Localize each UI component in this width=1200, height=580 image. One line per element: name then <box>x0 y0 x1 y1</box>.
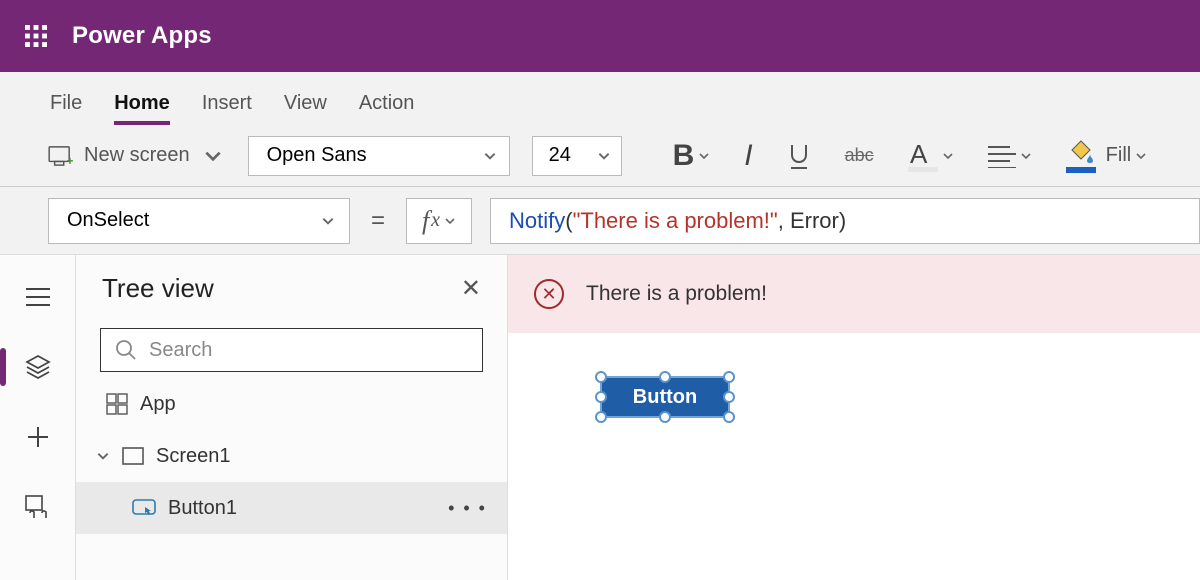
notification-text: There is a problem! <box>586 282 767 306</box>
menu-view[interactable]: View <box>284 92 327 125</box>
formula-token-string: "There is a problem!" <box>573 208 778 234</box>
resize-handle[interactable] <box>723 411 735 423</box>
tree-item-label: App <box>140 393 176 416</box>
title-bar: Power Apps <box>0 0 1200 72</box>
new-screen-label: New screen <box>84 144 190 167</box>
add-icon[interactable] <box>18 417 58 457</box>
property-select[interactable]: OnSelect <box>48 198 350 244</box>
hamburger-icon[interactable] <box>18 277 58 317</box>
formula-input[interactable]: Notify ( "There is a problem!" , Error) <box>490 198 1200 244</box>
font-family-value: Open Sans <box>267 144 367 167</box>
left-rail <box>0 255 76 580</box>
tree-item-label: Screen1 <box>156 445 231 468</box>
fx-button[interactable]: fx <box>406 198 472 244</box>
strikethrough-button[interactable]: abc <box>839 145 880 166</box>
font-family-select[interactable]: Open Sans <box>248 136 510 176</box>
formula-token: ( <box>565 208 572 234</box>
menu-insert[interactable]: Insert <box>202 92 252 125</box>
resize-handle[interactable] <box>595 391 607 403</box>
font-size-select[interactable]: 24 <box>532 136 622 176</box>
italic-button[interactable]: I <box>738 139 758 173</box>
button-text: Button <box>633 386 697 409</box>
search-placeholder: Search <box>149 339 212 362</box>
notification-banner: ✕ There is a problem! <box>508 255 1200 333</box>
resize-handle[interactable] <box>723 391 735 403</box>
menu-action[interactable]: Action <box>359 92 415 125</box>
tree-item-screen1[interactable]: Screen1 <box>76 430 507 482</box>
resize-handle[interactable] <box>723 371 735 383</box>
fill-button[interactable]: Fill <box>1060 139 1154 173</box>
formula-bar: OnSelect = fx Notify ( "There is a probl… <box>0 187 1200 255</box>
app-title: Power Apps <box>72 22 212 50</box>
error-icon: ✕ <box>534 279 564 309</box>
equals-label: = <box>368 207 388 235</box>
screen-icon <box>122 447 144 465</box>
resize-handle[interactable] <box>595 371 607 383</box>
svg-text:A: A <box>910 139 928 169</box>
menu-home[interactable]: Home <box>114 92 170 125</box>
canvas-area[interactable]: ✕ There is a problem! Button <box>508 255 1200 580</box>
selected-control[interactable]: Button <box>600 376 730 418</box>
property-name: OnSelect <box>67 209 149 232</box>
menu-file[interactable]: File <box>50 92 82 125</box>
fill-label: Fill <box>1106 144 1132 167</box>
button-icon <box>132 499 156 517</box>
app-launcher-icon[interactable] <box>0 0 72 72</box>
home-toolbar: + New screen Open Sans 24 B I abc A Fill <box>0 125 1200 187</box>
tree-view-title: Tree view <box>102 273 214 304</box>
menu-bar: File Home Insert View Action <box>0 72 1200 125</box>
tree-item-button1[interactable]: Button1 • • • <box>76 482 507 534</box>
new-screen-button[interactable]: + New screen <box>48 144 226 167</box>
more-icon[interactable]: • • • <box>448 498 487 519</box>
close-icon[interactable]: ✕ <box>461 274 481 303</box>
underline-button[interactable] <box>781 141 817 171</box>
align-button[interactable] <box>982 144 1038 168</box>
resize-handle[interactable] <box>659 411 671 423</box>
font-color-button[interactable]: A <box>902 139 960 173</box>
button-control[interactable]: Button <box>600 376 730 418</box>
svg-text:+: + <box>66 154 73 166</box>
bold-button[interactable]: B <box>667 139 717 173</box>
font-size-value: 24 <box>549 144 571 167</box>
search-input[interactable]: Search <box>100 328 483 372</box>
resize-handle[interactable] <box>595 411 607 423</box>
tree-item-app[interactable]: App <box>76 378 507 430</box>
media-icon[interactable] <box>18 487 58 527</box>
tree-view-panel: Tree view ✕ Search App Screen1 Button1 •… <box>76 255 508 580</box>
resize-handle[interactable] <box>659 371 671 383</box>
tree-item-label: Button1 <box>168 497 237 520</box>
formula-token-fn: Notify <box>509 208 565 234</box>
formula-token: , Error) <box>778 208 846 234</box>
tree-view-icon[interactable] <box>18 347 58 387</box>
